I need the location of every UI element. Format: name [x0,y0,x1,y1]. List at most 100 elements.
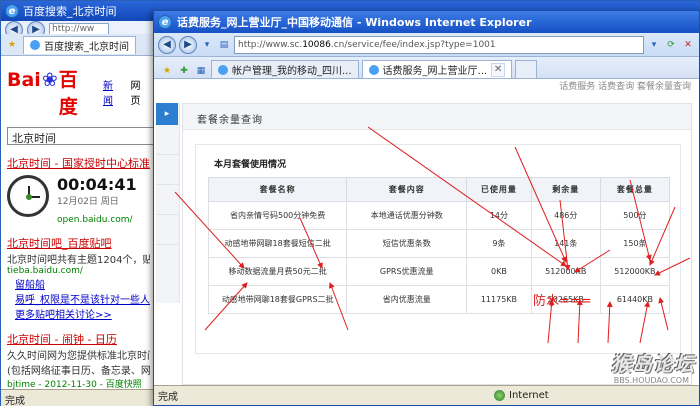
cell-name: 动感地带网聊18套餐GPRS二批 [207,285,348,314]
bg-tab-label: 百度搜索_北京时间 [44,41,129,53]
cell-used: 11175KB [466,285,532,314]
new-tab-button[interactable] [515,60,538,78]
panel-title: 套餐余量查询 [183,104,691,130]
logo-text-a: Bai [7,69,41,91]
address-prefix: http://www.sc. [238,39,303,50]
paw-icon: ❀ [41,69,58,91]
bg-statusbar: 完成 [1,389,156,406]
baidu-page: Bai ❀ 百度 新闻 网页 北京时间 北京时间 - 国家授时中心标准 00:0… [1,57,157,390]
cell-total: 500分 [599,201,671,230]
go-dropdown-icon[interactable]: ▾ [647,38,661,52]
cell-used: 0KB [466,257,532,286]
col-package-name: 套餐名称 [207,177,348,202]
favorites-star-icon[interactable]: ★ [5,38,19,52]
back-icon[interactable]: ◀ [158,35,176,54]
add-favorites-icon[interactable]: ✚ [177,64,191,78]
cell-remaining: 141条 [530,229,601,258]
col-remaining: 剩余量 [530,177,601,202]
cell-total: 61440KB [599,285,671,314]
foreground-ie-window: e 话费服务_网上营业厅_中国移动通信 - Windows Internet E… [153,10,700,406]
logo-text-b: 百度 [58,69,78,118]
bg-tabbar: ★ 百度搜索_北京时间 [1,34,156,56]
globe-icon [494,390,505,401]
baidu-logo[interactable]: Bai ❀ 百度 [7,65,95,119]
security-zone[interactable]: Internet [494,390,549,401]
link-news[interactable]: 新闻 [103,77,123,107]
forum-watermark-logo: 猴岛论坛 [611,352,695,376]
col-total: 套餐总量 [599,177,671,202]
ie-icon: e [158,15,172,29]
section-title: 本月套餐使用情况 [214,160,287,170]
tieba-link-2[interactable]: 易呼_权限是不是该针对一些人呢 [15,291,150,306]
clock-weekday: 周日 [100,197,119,207]
result-title-2[interactable]: 北京时间吧_百度贴吧 [7,235,150,251]
cell-content: 省内优惠流量 [346,285,468,314]
table-row: 移动数据流量月费50元二批 GPRS优惠流量 0KB 512000KB 5120… [207,257,671,286]
clock-date: 12月02日 [57,197,98,207]
tab-label: 话费服务_网上营业厅... [382,66,488,77]
status-text: 完成 [158,392,178,403]
package-balance-panel: 套餐余量查询 本月套餐使用情况 套餐名称 套餐内容 已使用量 剩余量 套餐总量 [182,103,692,385]
bg-window-title: 百度搜索_北京时间 [23,5,117,18]
fg-address-bar[interactable]: http://www.sc.10086.cn/service/fee/index… [234,35,644,54]
fg-titlebar: e 话费服务_网上营业厅_中国移动通信 - Windows Internet E… [154,11,699,33]
clock-time: 00:04:41 [57,175,137,194]
tab-account-management[interactable]: 帐户管理_我的移动_四川... [211,60,359,78]
zone-label: Internet [509,390,549,401]
table-row: 动感地带网聊18套餐短信二批 短信优惠条数 9条 141条 150条 [207,229,671,258]
cell-content: 短信优惠条数 [346,229,468,258]
address-domain: 10086 [302,39,331,50]
clock-icon [7,175,49,217]
tieba-link-1[interactable]: 留船船 [15,276,150,291]
link-web[interactable]: 网页 [130,77,150,107]
ie-icon: e [5,4,19,18]
usage-table: 套餐名称 套餐内容 已使用量 剩余量 套餐总量 省内亲情号码500分钟免费 本地… [207,177,671,314]
tab-favicon-icon [368,64,379,75]
cell-total: 512000KB [599,257,671,286]
cell-name: 动感地带网聊18套餐短信二批 [207,229,348,258]
tab-list-icon[interactable]: ▦ [194,64,208,78]
bg-tab[interactable]: 百度搜索_北京时间 [23,35,136,54]
result-url-1[interactable]: open.baidu.com/ [57,215,137,225]
tab-favicon-icon [218,64,228,75]
fee-page: 话费服务 话费查询 套餐余量查询 ▸ 套餐余量查询 本月套餐使用情况 套餐名称 … [154,79,699,387]
left-nav: ▸ [156,103,180,303]
favorites-star-icon[interactable]: ★ [160,64,174,78]
fg-statusbar: 完成 Internet [154,385,699,405]
page-icon: ▤ [219,39,229,50]
dropdown-chevron-icon[interactable]: ▾ [200,38,214,52]
cell-name: 省内亲情号码500分钟免费 [207,201,348,230]
col-package-content: 套餐内容 [346,177,468,202]
result-url-2[interactable]: tieba.baidu.com/ [7,266,150,276]
tab-fee-service[interactable]: 话费服务_网上营业厅... ✕ [361,60,513,78]
result-title-3[interactable]: 北京时间 - 闹钟 - 日历 [7,331,150,347]
address-suffix: .cn/service/fee/index.jsp?type=1001 [330,39,496,50]
fg-navbar: ◀ ▶ ▾ ▤ http://www.sc.10086.cn/service/f… [154,33,699,57]
baidu-top-links: 新闻 网页 [103,77,150,107]
table-row: 省内亲情号码500分钟免费 本地通话优惠分钟数 14分 486分 500分 [207,201,671,230]
fg-tabbar: ★ ✚ ▦ 帐户管理_我的移动_四川... 话费服务_网上营业厅... ✕ [154,57,699,79]
close-tab-icon[interactable]: ✕ [491,62,506,77]
top-breadcrumb[interactable]: 话费服务 话费查询 套餐余量查询 [559,79,691,92]
table-row: 动感地带网聊18套餐GPRS二批 省内优惠流量 11175KB 50265KB … [207,285,671,314]
cell-remaining: 512000KB [530,257,601,286]
result-desc-2: 北京时间吧共有主题1204个，贴子57 [7,255,150,266]
col-used: 已使用量 [466,177,532,202]
result-desc-3a: 久久时间网为您提供标准北京时间校 [7,351,150,362]
stop-icon[interactable]: ✕ [681,38,695,52]
result-title-1[interactable]: 北京时间 - 国家授时中心标准 [7,155,150,171]
refresh-icon[interactable]: ⟳ [664,38,678,52]
cell-remaining: 486分 [530,201,601,230]
annotation-text: 防水=== [533,294,592,309]
baidu-search-input[interactable]: 北京时间 [7,127,157,145]
left-nav-toggle[interactable]: ▸ [156,103,178,125]
cell-used: 9条 [466,229,532,258]
cell-content: GPRS优惠流量 [346,257,468,286]
forum-watermark-url: BBS.HOUDAO.COM [613,376,689,385]
tieba-more-link[interactable]: 更多贴吧相关讨论>> [15,306,150,321]
result-desc-3b: (包括网络征事日历、备忘录、网址收 [7,366,150,377]
cell-used: 14分 [466,201,532,230]
forward-icon[interactable]: ▶ [179,35,197,54]
fg-window-title: 话费服务_网上营业厅_中国移动通信 - Windows Internet Exp… [177,16,532,29]
cell-content: 本地通话优惠分钟数 [346,201,468,230]
